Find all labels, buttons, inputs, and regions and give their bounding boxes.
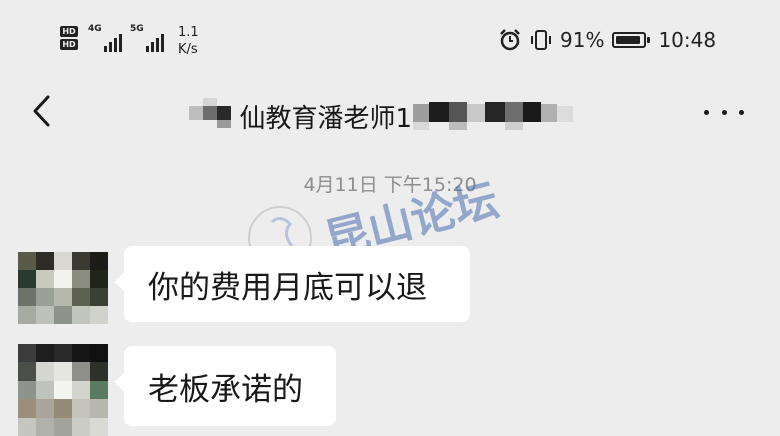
network-label-5g: 5G [130,24,144,34]
more-icon[interactable] [704,106,744,118]
message-text: 老板承诺的 [148,371,303,408]
avatar[interactable] [18,252,108,324]
signal-icon [104,34,122,52]
speed-value: 1.1 [178,25,199,40]
clock: 10:48 [658,28,717,52]
chat-header: 仙教育潘老师18 [0,80,780,152]
signal-icon [146,34,164,52]
redaction-left [189,98,232,128]
message-timestamp: 4月11日 下午15:20 [303,174,477,196]
chat-title: 仙教育潘老师18 [0,98,780,135]
battery-icon [612,32,651,48]
battery-percent: 91% [560,28,605,52]
network-label-4g: 4G [88,24,102,34]
status-bar: HD HD 4G 5G 1.1 K/s 91% 10:48 [0,0,780,80]
message-bubble[interactable]: 老板承诺的 [114,346,336,426]
alarm-icon [500,29,520,51]
avatar[interactable] [18,344,108,436]
signal-4g: 4G [88,24,128,52]
message-bubble[interactable]: 你的费用月底可以退 [114,246,470,322]
hd-badge-1: HD [60,26,78,37]
vibrate-icon [531,30,551,50]
network-speed: 1.1 K/s [178,24,199,58]
signal-5g: 5G [130,24,170,52]
speed-unit: K/s [178,42,198,57]
hd-indicator: HD HD [60,26,78,52]
hd-badge-2: HD [60,39,78,50]
contact-name: 仙教育潘老师18 [239,104,429,134]
redaction-right [412,102,573,130]
title-wrap: 仙教育潘老师18 [189,98,588,135]
battery-level [616,36,641,44]
message-text: 你的费用月底可以退 [148,269,427,306]
status-right: 91% 10:48 [498,28,716,52]
